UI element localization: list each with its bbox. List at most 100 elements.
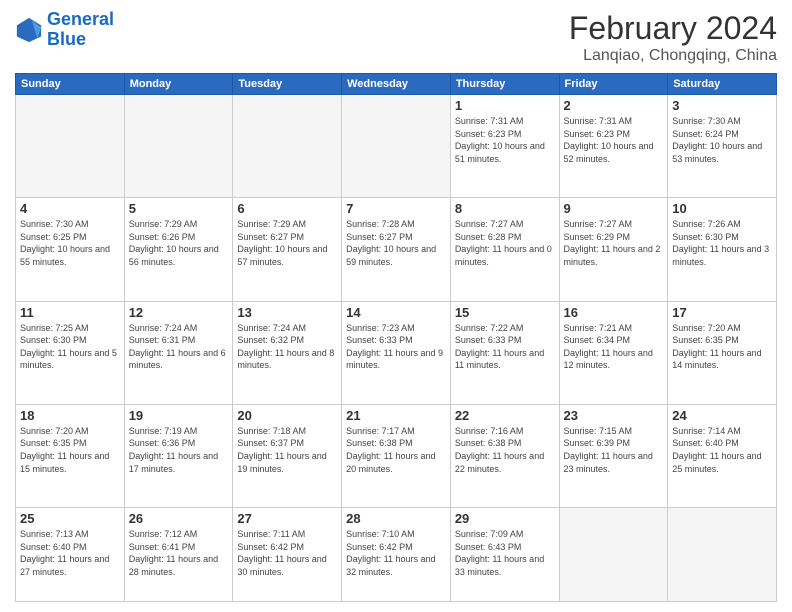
day-info: Sunrise: 7:29 AM Sunset: 6:26 PM Dayligh… — [129, 218, 229, 268]
calendar-header-row: SundayMondayTuesdayWednesdayThursdayFrid… — [16, 74, 777, 95]
weekday-header: Saturday — [668, 74, 777, 95]
calendar-cell: 8 Sunrise: 7:27 AM Sunset: 6:28 PM Daylig… — [450, 198, 559, 301]
calendar-cell: 29 Sunrise: 7:09 AM Sunset: 6:43 PM Dayli… — [450, 508, 559, 602]
day-number: 28 — [346, 511, 446, 526]
calendar-cell: 20 Sunrise: 7:18 AM Sunset: 6:37 PM Dayli… — [233, 404, 342, 507]
day-number: 24 — [672, 408, 772, 423]
calendar-week-row: 25 Sunrise: 7:13 AM Sunset: 6:40 PM Dayli… — [16, 508, 777, 602]
calendar-cell: 2 Sunrise: 7:31 AM Sunset: 6:23 PM Daylig… — [559, 95, 668, 198]
calendar-cell: 3Sunrise: 7:30 AM Sunset: 6:24 PM Daylig… — [668, 95, 777, 198]
calendar-cell: 17 Sunrise: 7:20 AM Sunset: 6:35 PM Dayli… — [668, 301, 777, 404]
calendar-cell — [124, 95, 233, 198]
calendar-cell: 5 Sunrise: 7:29 AM Sunset: 6:26 PM Daylig… — [124, 198, 233, 301]
day-number: 16 — [564, 305, 664, 320]
day-number: 12 — [129, 305, 229, 320]
calendar-cell: 4 Sunrise: 7:30 AM Sunset: 6:25 PM Daylig… — [16, 198, 125, 301]
page-header: General Blue February 2024 Lanqiao, Chon… — [15, 10, 777, 65]
day-number: 25 — [20, 511, 120, 526]
day-number: 6 — [237, 201, 337, 216]
calendar-week-row: 18 Sunrise: 7:20 AM Sunset: 6:35 PM Dayli… — [16, 404, 777, 507]
day-number: 7 — [346, 201, 446, 216]
logo-line2: Blue — [47, 29, 86, 49]
day-number: 15 — [455, 305, 555, 320]
day-info: Sunrise: 7:15 AM Sunset: 6:39 PM Dayligh… — [564, 425, 664, 475]
day-info: Sunrise: 7:21 AM Sunset: 6:34 PM Dayligh… — [564, 322, 664, 372]
calendar-cell — [16, 95, 125, 198]
day-info: Sunrise: 7:09 AM Sunset: 6:43 PM Dayligh… — [455, 528, 555, 578]
day-info: Sunrise: 7:25 AM Sunset: 6:30 PM Dayligh… — [20, 322, 120, 372]
weekday-header: Thursday — [450, 74, 559, 95]
calendar-cell: 13 Sunrise: 7:24 AM Sunset: 6:32 PM Dayli… — [233, 301, 342, 404]
calendar-cell: 15 Sunrise: 7:22 AM Sunset: 6:33 PM Dayli… — [450, 301, 559, 404]
day-info: Sunrise: 7:20 AM Sunset: 6:35 PM Dayligh… — [672, 322, 772, 372]
day-number: 27 — [237, 511, 337, 526]
day-number: 18 — [20, 408, 120, 423]
calendar-cell: 14 Sunrise: 7:23 AM Sunset: 6:33 PM Dayli… — [342, 301, 451, 404]
calendar-cell — [559, 508, 668, 602]
day-number: 2 — [564, 98, 664, 113]
day-number: 4 — [20, 201, 120, 216]
calendar-cell: 22 Sunrise: 7:16 AM Sunset: 6:38 PM Dayli… — [450, 404, 559, 507]
day-number: 9 — [564, 201, 664, 216]
day-info: Sunrise: 7:24 AM Sunset: 6:32 PM Dayligh… — [237, 322, 337, 372]
day-info: Sunrise: 7:13 AM Sunset: 6:40 PM Dayligh… — [20, 528, 120, 578]
day-info: Sunrise: 7:31 AM Sunset: 6:23 PM Dayligh… — [564, 115, 664, 165]
day-info: Sunrise: 7:10 AM Sunset: 6:42 PM Dayligh… — [346, 528, 446, 578]
day-number: 14 — [346, 305, 446, 320]
calendar-cell: 26Sunrise: 7:12 AM Sunset: 6:41 PM Dayli… — [124, 508, 233, 602]
calendar-cell: 11 Sunrise: 7:25 AM Sunset: 6:30 PM Dayli… — [16, 301, 125, 404]
day-number: 10 — [672, 201, 772, 216]
calendar-cell: 19 Sunrise: 7:19 AM Sunset: 6:36 PM Dayli… — [124, 404, 233, 507]
calendar-cell: 18 Sunrise: 7:20 AM Sunset: 6:35 PM Dayli… — [16, 404, 125, 507]
day-info: Sunrise: 7:23 AM Sunset: 6:33 PM Dayligh… — [346, 322, 446, 372]
calendar-week-row: 4 Sunrise: 7:30 AM Sunset: 6:25 PM Daylig… — [16, 198, 777, 301]
weekday-header: Monday — [124, 74, 233, 95]
calendar-cell: 7 Sunrise: 7:28 AM Sunset: 6:27 PM Daylig… — [342, 198, 451, 301]
day-number: 13 — [237, 305, 337, 320]
day-number: 5 — [129, 201, 229, 216]
day-info: Sunrise: 7:18 AM Sunset: 6:37 PM Dayligh… — [237, 425, 337, 475]
weekday-header: Friday — [559, 74, 668, 95]
day-info: Sunrise: 7:22 AM Sunset: 6:33 PM Dayligh… — [455, 322, 555, 372]
calendar-cell: 10 Sunrise: 7:26 AM Sunset: 6:30 PM Dayli… — [668, 198, 777, 301]
day-info: Sunrise: 7:27 AM Sunset: 6:29 PM Dayligh… — [564, 218, 664, 268]
day-number: 19 — [129, 408, 229, 423]
day-info: Sunrise: 7:29 AM Sunset: 6:27 PM Dayligh… — [237, 218, 337, 268]
weekday-header: Tuesday — [233, 74, 342, 95]
logo: General Blue — [15, 10, 114, 50]
weekday-header: Wednesday — [342, 74, 451, 95]
day-info: Sunrise: 7:20 AM Sunset: 6:35 PM Dayligh… — [20, 425, 120, 475]
day-info: Sunrise: 7:30 AM Sunset: 6:24 PM Dayligh… — [672, 115, 772, 165]
calendar-cell: 28 Sunrise: 7:10 AM Sunset: 6:42 PM Dayli… — [342, 508, 451, 602]
day-info: Sunrise: 7:27 AM Sunset: 6:28 PM Dayligh… — [455, 218, 555, 268]
day-number: 29 — [455, 511, 555, 526]
title-block: February 2024 Lanqiao, Chongqing, China — [569, 10, 777, 65]
month-title: February 2024 — [569, 10, 777, 47]
day-number: 20 — [237, 408, 337, 423]
calendar-cell: 24Sunrise: 7:14 AM Sunset: 6:40 PM Dayli… — [668, 404, 777, 507]
day-number: 26 — [129, 511, 229, 526]
calendar-cell: 25 Sunrise: 7:13 AM Sunset: 6:40 PM Dayli… — [16, 508, 125, 602]
day-info: Sunrise: 7:30 AM Sunset: 6:25 PM Dayligh… — [20, 218, 120, 268]
calendar-cell: 21Sunrise: 7:17 AM Sunset: 6:38 PM Dayli… — [342, 404, 451, 507]
day-info: Sunrise: 7:11 AM Sunset: 6:42 PM Dayligh… — [237, 528, 337, 578]
calendar-cell — [668, 508, 777, 602]
calendar-cell: 9 Sunrise: 7:27 AM Sunset: 6:29 PM Daylig… — [559, 198, 668, 301]
calendar-cell: 12Sunrise: 7:24 AM Sunset: 6:31 PM Dayli… — [124, 301, 233, 404]
logo-line1: General — [47, 9, 114, 29]
location: Lanqiao, Chongqing, China — [569, 47, 777, 65]
day-info: Sunrise: 7:19 AM Sunset: 6:36 PM Dayligh… — [129, 425, 229, 475]
calendar-cell — [233, 95, 342, 198]
day-number: 11 — [20, 305, 120, 320]
day-number: 1 — [455, 98, 555, 113]
day-number: 8 — [455, 201, 555, 216]
day-number: 22 — [455, 408, 555, 423]
day-info: Sunrise: 7:28 AM Sunset: 6:27 PM Dayligh… — [346, 218, 446, 268]
day-number: 17 — [672, 305, 772, 320]
day-info: Sunrise: 7:31 AM Sunset: 6:23 PM Dayligh… — [455, 115, 555, 165]
calendar-cell: 1 Sunrise: 7:31 AM Sunset: 6:23 PM Daylig… — [450, 95, 559, 198]
day-info: Sunrise: 7:26 AM Sunset: 6:30 PM Dayligh… — [672, 218, 772, 268]
day-number: 23 — [564, 408, 664, 423]
day-info: Sunrise: 7:16 AM Sunset: 6:38 PM Dayligh… — [455, 425, 555, 475]
day-info: Sunrise: 7:17 AM Sunset: 6:38 PM Dayligh… — [346, 425, 446, 475]
